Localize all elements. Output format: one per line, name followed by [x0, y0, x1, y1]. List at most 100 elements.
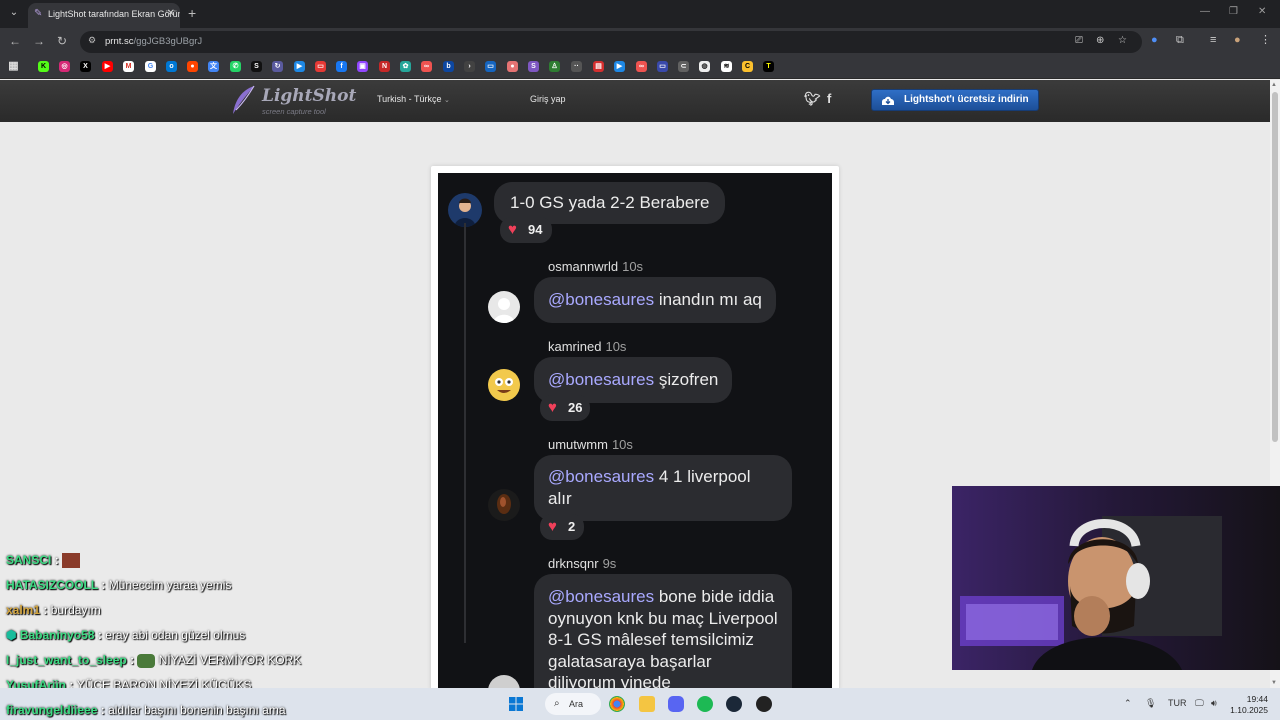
chat-text: aldılar başını bonenin başını ama — [108, 703, 286, 717]
apps-grid-icon[interactable]: ▦ — [8, 61, 19, 72]
bookmark-s-icon[interactable]: S — [251, 61, 262, 72]
forward-icon[interactable]: → — [33, 34, 45, 48]
twitter-icon[interactable]: 🐦︎ — [804, 91, 821, 107]
windows-start-icon[interactable] — [509, 697, 523, 711]
bookmark-chart-icon[interactable]: ▤ — [593, 61, 604, 72]
download-cloud-icon — [882, 96, 894, 105]
bookmark-leaf-icon[interactable]: ✿ — [400, 61, 411, 72]
chrome-taskbar-icon[interactable] — [609, 696, 625, 712]
back-icon[interactable]: ← — [9, 34, 21, 48]
bookmark-google-icon[interactable]: G — [145, 61, 156, 72]
chat-message: ⬢ Babaninyo58 : eray abi odan güzel olmu… — [6, 628, 245, 642]
screenshot-image[interactable]: bonesaures 10s 1-0 GS yada 2-2 Berabere … — [438, 173, 832, 688]
bookmark-whatsapp-icon[interactable]: ✆ — [230, 61, 241, 72]
reply-user: kamrined — [548, 339, 602, 354]
scroll-up-icon[interactable]: ▲ — [1271, 82, 1277, 88]
taskbar-clock[interactable]: 19:44 1.10.2025 — [1228, 694, 1268, 716]
maximize-icon[interactable]: ❐ — [1229, 6, 1238, 17]
bookmark-gmail-icon[interactable]: M — [123, 61, 134, 72]
bookmark-window-icon[interactable]: ▭ — [485, 61, 496, 72]
heart-icon: ♥ — [548, 399, 557, 416]
bookmark-globe-icon[interactable]: ◍ — [699, 61, 710, 72]
bookmark-youtube-icon[interactable]: ▶ — [102, 61, 113, 72]
file-explorer-icon[interactable] — [639, 696, 655, 712]
volume-icon[interactable]: 🔊︎ — [1211, 698, 1217, 709]
tab-title: LightShot tarafından Ekran Görüntüsü — [48, 9, 180, 19]
bookmark-play2-icon[interactable]: ▶ — [614, 61, 625, 72]
bookmark-loop-icon[interactable]: ∞ — [636, 61, 647, 72]
heart-icon: ♥ — [508, 221, 517, 238]
facebook-icon[interactable]: f — [827, 91, 831, 106]
bookmark-instagram-icon[interactable]: ◎ — [59, 61, 70, 72]
network-icon[interactable]: 🖵︎ — [1195, 698, 1204, 709]
app-taskbar-icon[interactable] — [756, 696, 772, 712]
bookmark-dots-icon[interactable]: ·· — [571, 61, 582, 72]
bookmark-play-icon[interactable]: ▶ — [294, 61, 305, 72]
url-path: /ggJGB3gUBgrJ — [133, 36, 203, 47]
scroll-down-icon[interactable]: ▼ — [1271, 680, 1277, 686]
bookmark-chain-icon[interactable]: ⊂ — [678, 61, 689, 72]
bookmark-kick-icon[interactable]: K — [38, 61, 49, 72]
bookmark-x-icon[interactable]: X — [80, 61, 91, 72]
reading-list-icon[interactable]: ≡ — [1210, 33, 1216, 47]
new-tab-icon[interactable]: + — [188, 5, 196, 21]
language-selector[interactable]: Turkish - Türkçe ⌄ — [377, 94, 450, 104]
bookmark-star-icon[interactable]: ☆ — [1118, 35, 1127, 46]
tray-chevron-icon[interactable]: ⌃ — [1124, 698, 1132, 709]
zoom-icon[interactable]: ⊕ — [1096, 35, 1104, 46]
window-close-icon[interactable]: ✕ — [1258, 6, 1266, 17]
steam-taskbar-icon[interactable] — [726, 696, 742, 712]
tab-search-icon[interactable]: ⌄ — [6, 5, 22, 21]
reply-time: 9s — [602, 556, 617, 571]
bookmark-gallery-icon[interactable]: ▭ — [315, 61, 326, 72]
bookmark-tv-icon[interactable]: ▭ — [657, 61, 668, 72]
avatar-umutwmm — [488, 489, 520, 521]
scroll-thumb[interactable] — [1272, 92, 1278, 442]
clock-time: 19:44 — [1246, 694, 1268, 704]
tab-close-icon[interactable]: ✕ — [167, 3, 175, 25]
address-bar[interactable]: ⚙ prnt.sc/ggJGB3gUBgrJ ⎚ ⊕ ☆ — [80, 31, 1142, 53]
menu-kebab-icon[interactable]: ⋮ — [1260, 33, 1271, 47]
bookmark-c-icon[interactable]: C — [742, 61, 753, 72]
microphone-icon[interactable]: 🎙︎ — [1145, 698, 1156, 709]
bookmark-b-icon[interactable]: b — [443, 61, 454, 72]
browser-tab[interactable]: ✎ LightShot tarafından Ekran Görüntüsü ✕ — [28, 3, 180, 28]
chat-separator: : — [54, 553, 59, 567]
bookmark-twitch-icon[interactable]: ▣ — [357, 61, 368, 72]
lightshot-logo[interactable]: LightShot — [262, 86, 356, 106]
download-label: Lightshot'ı ücretsiz indirin — [904, 94, 1029, 105]
taskbar-search[interactable]: ⌕ Ara — [545, 693, 601, 715]
bookmark-tod-icon[interactable]: T — [763, 61, 774, 72]
extensions-puzzle-icon[interactable]: ⧉ — [1176, 33, 1184, 47]
bookmark-facebook-icon[interactable]: f — [336, 61, 347, 72]
bookmark-person-icon[interactable]: ♙ — [549, 61, 560, 72]
emote-icon — [62, 553, 81, 569]
bookmark-arrow-icon[interactable]: › — [464, 61, 475, 72]
input-language[interactable]: TUR — [1168, 698, 1187, 708]
profile-avatar-icon[interactable]: ● — [1234, 33, 1241, 47]
bookmark-reddit-icon[interactable]: ● — [187, 61, 198, 72]
cast-icon[interactable]: ⎚ — [1075, 35, 1083, 46]
bookmark-n-icon[interactable]: N — [379, 61, 390, 72]
emote-icon — [137, 653, 156, 668]
bookmark-chat-icon[interactable]: ● — [507, 61, 518, 72]
bookmark-stack-icon[interactable]: ≋ — [721, 61, 732, 72]
reply-text: şizofren — [658, 370, 719, 389]
extension-icon[interactable]: ● — [1151, 33, 1158, 47]
site-info-icon[interactable]: ⚙ — [88, 35, 96, 46]
bookmark-translate-icon[interactable]: 文 — [208, 61, 219, 72]
top-comment-likes: ♥ 94 — [500, 217, 552, 243]
chat-message: firavungeldiieee : aldılar başını boneni… — [6, 703, 286, 717]
discord-taskbar-icon[interactable] — [668, 696, 684, 712]
spotify-taskbar-icon[interactable] — [697, 696, 713, 712]
bookmark-outlook-icon[interactable]: o — [166, 61, 177, 72]
lightshot-header: LightShot screen capture tool Turkish - … — [0, 80, 1270, 122]
bookmark-s2-icon[interactable]: S — [528, 61, 539, 72]
login-link[interactable]: Giriş yap — [530, 94, 566, 104]
download-lightshot-button[interactable]: Lightshot'ı ücretsiz indirin — [871, 89, 1039, 111]
reload-icon[interactable]: ↻ — [57, 34, 67, 48]
bookmark-sync-icon[interactable]: ↻ — [272, 61, 283, 72]
minimize-icon[interactable]: — — [1200, 6, 1210, 17]
reply-bubble: @bonesaures 4 1 liverpool alır — [534, 455, 792, 521]
bookmark-link-icon[interactable]: ∞ — [421, 61, 432, 72]
